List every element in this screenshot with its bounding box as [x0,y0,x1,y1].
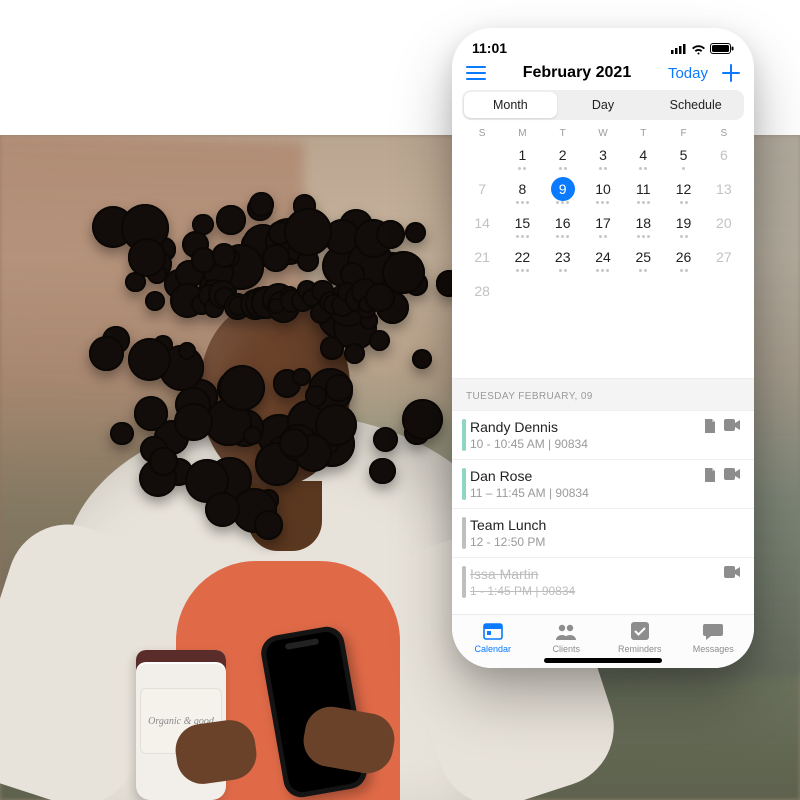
appointment-meta: 1 - 1:45 PM | 90834 [470,584,740,598]
appointment-meta: 10 - 10:45 AM | 90834 [470,437,740,451]
calendar-grid[interactable]: 1234567891011121314151617181920212223242… [452,139,754,311]
calendar-day[interactable]: 13 [704,173,744,205]
status-icons [671,40,734,56]
video-icon [724,419,740,431]
calendar-day[interactable]: 11 [623,173,663,205]
calendar-day[interactable]: 7 [462,173,502,205]
appointment-name: Issa Martin [470,566,740,582]
weekday-label: T [543,128,583,139]
segment-schedule[interactable]: Schedule [649,92,742,118]
calendar-day[interactable]: 14 [462,207,502,239]
view-segmented[interactable]: Month Day Schedule [462,90,744,120]
wifi-icon [691,44,706,55]
video-icon [724,566,740,578]
segment-day[interactable]: Day [557,92,650,118]
calendar-day[interactable]: 16 [543,207,583,239]
clients-icon [554,621,578,641]
battery-icon [710,43,734,55]
tab-calendar[interactable]: Calendar [456,621,530,654]
calendar-day[interactable]: 20 [704,207,744,239]
appointment-row[interactable]: Randy Dennis 10 - 10:45 AM | 90834 [452,410,754,459]
calendar-day[interactable]: 26 [663,241,703,273]
calendar-day[interactable]: 12 [663,173,703,205]
plus-icon[interactable] [722,64,740,82]
appointment-meta: 11 – 11:45 AM | 90834 [470,486,740,500]
calendar-day[interactable]: 6 [704,139,744,171]
calendar-day[interactable]: 10 [583,173,623,205]
tab-messages[interactable]: Messages [677,621,751,654]
calendar-day[interactable]: 1 [502,139,542,171]
calendar-day[interactable]: 23 [543,241,583,273]
weekday-label: M [502,128,542,139]
calendar-day[interactable]: 24 [583,241,623,273]
weekday-label: W [583,128,623,139]
weekday-header: SMTWTFS [452,126,754,139]
today-button[interactable]: Today [668,65,708,82]
appointment-list: Randy Dennis 10 - 10:45 AM | 90834 Dan Ros… [452,410,754,604]
cellular-icon [671,44,687,54]
calendar-day[interactable]: 17 [583,207,623,239]
video-icon [724,468,740,480]
segment-month[interactable]: Month [464,92,557,118]
calendar-day[interactable]: 5 [663,139,703,171]
weekday-label: T [623,128,663,139]
calendar-day[interactable]: 27 [704,241,744,273]
calendar-day[interactable]: 19 [663,207,703,239]
tab-clients[interactable]: Clients [530,621,604,654]
weekday-label: S [704,128,744,139]
calendar-day [462,139,502,171]
appointment-name: Randy Dennis [470,419,740,435]
calendar-day[interactable]: 15 [502,207,542,239]
weekday-label: S [462,128,502,139]
calendar-day[interactable]: 8 [502,173,542,205]
hamburger-icon[interactable] [466,65,486,81]
appointment-name: Dan Rose [470,468,740,484]
appointment-row[interactable]: Team Lunch 12 - 12:50 PM [452,508,754,557]
calendar-day[interactable]: 25 [623,241,663,273]
agenda-date-header: TUESDAY FEBRUARY, 09 [452,378,754,410]
calendar-day[interactable]: 2 [543,139,583,171]
reminders-icon [630,621,650,641]
phone-mock: 11:01 February 2021 Today Month Day Sche… [452,28,754,668]
weekday-label: F [663,128,703,139]
appointment-row[interactable]: Issa Martin 1 - 1:45 PM | 90834 [452,557,754,604]
home-indicator[interactable] [544,658,662,663]
calendar-day[interactable]: 22 [502,241,542,273]
calendar-icon [482,621,504,641]
stage: Organic & good 11:01 February 2021 Today… [0,0,800,800]
status-bar: 11:01 [452,28,754,60]
messages-icon [702,621,724,641]
appointment-meta: 12 - 12:50 PM [470,535,740,549]
tab-reminders[interactable]: Reminders [603,621,677,654]
calendar-day[interactable]: 18 [623,207,663,239]
document-icon [704,419,716,433]
status-time: 11:01 [472,40,507,56]
calendar-day[interactable]: 3 [583,139,623,171]
calendar-day[interactable]: 28 [462,275,502,307]
calendar-day[interactable]: 21 [462,241,502,273]
nav-row: February 2021 Today [452,60,754,90]
calendar-day[interactable]: 9 [543,173,583,205]
calendar-day[interactable]: 4 [623,139,663,171]
appointment-row[interactable]: Dan Rose 11 – 11:45 AM | 90834 [452,459,754,508]
document-icon [704,468,716,482]
header-title: February 2021 [523,64,632,82]
appointment-name: Team Lunch [470,517,740,533]
